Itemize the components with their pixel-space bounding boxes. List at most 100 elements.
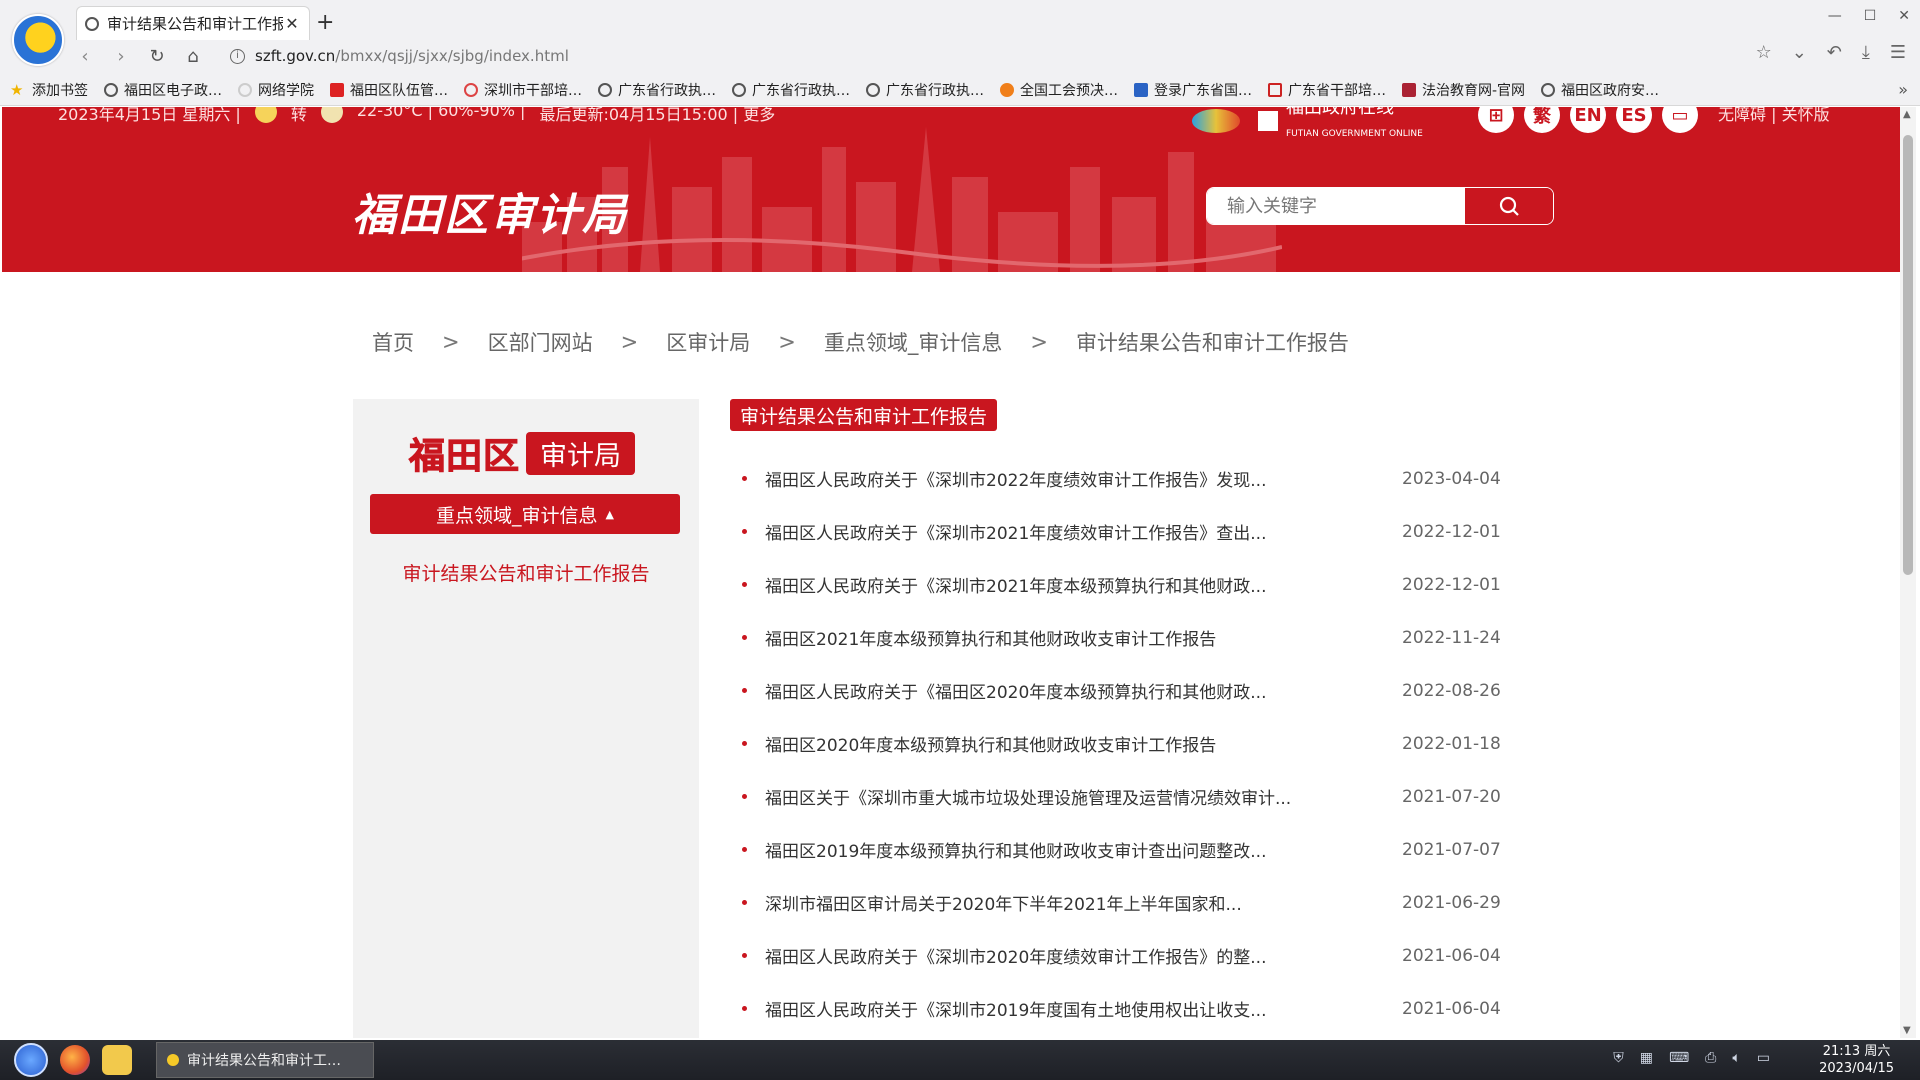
list-item-title[interactable]: 福田区2019年度本级预算执行和其他财政收支审计查出问题整改... (765, 837, 1402, 862)
list-item-date: 2022-08-26 (1402, 680, 1501, 701)
bookmark-item[interactable]: 网络学院 (238, 80, 314, 100)
volume-icon[interactable]: 🔈︎ (1732, 1050, 1740, 1066)
network-icon[interactable]: ▭ (1757, 1050, 1770, 1066)
bookmark-item[interactable]: 广东省干部培… (1268, 80, 1386, 100)
list-item-title[interactable]: 福田区关于《深圳市重大城市垃圾处理设施管理及运营情况绩效审计... (765, 784, 1402, 809)
file-manager-icon[interactable] (102, 1045, 132, 1075)
bookmark-item[interactable]: 福田区电子政… (104, 80, 222, 100)
menu-icon[interactable]: ☰ (1890, 42, 1906, 63)
list-item-title[interactable]: 福田区人民政府关于《深圳市2021年度绩效审计工作报告》查出... (765, 519, 1402, 544)
list-item-title[interactable]: 福田区人民政府关于《深圳市2019年度国有土地使用权出让收支... (765, 996, 1402, 1021)
app-tray-icon[interactable]: ▦ (1640, 1050, 1653, 1066)
list-item[interactable]: 福田区人民政府关于《福田区2020年度本级预算执行和其他财政... 2022-08… (742, 664, 1522, 717)
start-menu-icon[interactable] (14, 1043, 48, 1077)
system-tray: ⛨ ▦ ⌨ ⎙ 🔈︎ ▭ (1613, 1050, 1770, 1066)
list-item[interactable]: 福田区2020年度本级预算执行和其他财政收支审计工作报告 2022-01-18 (742, 717, 1522, 770)
list-item-date: 2021-07-20 (1402, 786, 1501, 807)
breadcrumb-dept-sites[interactable]: 区部门网站 (488, 327, 593, 357)
bullet-icon (742, 688, 747, 693)
maximize-icon[interactable]: ☐ (1864, 8, 1877, 24)
bookmark-item[interactable]: 福田区队伍管… (330, 80, 448, 100)
lang-button-en[interactable]: EN (1570, 107, 1606, 133)
bullet-icon (742, 847, 747, 852)
chevron-down-icon[interactable]: ⌄ (1792, 42, 1807, 63)
list-item[interactable]: 福田区人民政府关于《深圳市2019年度国有土地使用权出让收支... 2021-06… (742, 982, 1522, 1035)
close-icon[interactable]: ✕ (283, 14, 301, 33)
firefox-icon[interactable] (60, 1045, 90, 1075)
scroll-up-icon[interactable]: ▲ (1903, 109, 1911, 120)
sidebar-item-audit-reports[interactable]: 审计结果公告和审计工作报告 (353, 559, 699, 586)
browser-tools: ☆ ⌄ ↶ ⤓ ☰ (1756, 42, 1906, 63)
breadcrumb-key-areas[interactable]: 重点领域_审计信息 (824, 327, 1003, 357)
close-window-icon[interactable]: ✕ (1898, 8, 1910, 24)
bookmark-item[interactable]: 广东省行政执… (598, 80, 716, 100)
bookmark-item[interactable]: 登录广东省国… (1134, 80, 1252, 100)
list-item-title[interactable]: 福田区人民政府关于《深圳市2020年度绩效审计工作报告》的整... (765, 943, 1402, 968)
list-item[interactable]: 福田区人民政府关于《深圳市2021年度绩效审计工作报告》查出... 2022-12… (742, 505, 1522, 558)
lang-button-other[interactable]: ▭ (1662, 107, 1698, 133)
bullet-icon (742, 1006, 747, 1011)
keyboard-icon[interactable]: ⌨ (1669, 1050, 1689, 1066)
address-bar[interactable]: i szft.gov.cn/bmxx/qsjj/sjxx/sjbg/index.… (230, 42, 1690, 70)
info-icon[interactable]: i (230, 48, 245, 64)
shield-icon[interactable]: ⛨ (1613, 1050, 1624, 1066)
back-icon[interactable]: ‹ (70, 46, 100, 67)
site-title: 福田区审计局 (352, 190, 628, 241)
list-item-title[interactable]: 福田区人民政府关于《深圳市2022年度绩效审计工作报告》发现... (765, 466, 1402, 491)
bookmark-item[interactable]: 深圳市干部培… (464, 80, 582, 100)
search-button[interactable] (1465, 188, 1553, 224)
accessibility-links[interactable]: 无障碍 | 关怀版 (1718, 107, 1830, 125)
bookmarks-more-button[interactable]: » (1898, 80, 1908, 99)
circle-icon (1000, 83, 1014, 97)
list-item-title[interactable]: 福田区人民政府关于《深圳市2021年度本级预算执行和其他财政... (765, 572, 1402, 597)
star-emblem-icon (1258, 111, 1278, 131)
bookmark-item[interactable]: 广东省行政执… (866, 80, 984, 100)
taskbar-window-browser[interactable]: 审计结果公告和审计工… (156, 1042, 374, 1078)
list-item[interactable]: 福田区人民政府关于《深圳市2020年度绩效审计工作报告》的整... 2021-06… (742, 929, 1522, 982)
breadcrumb-current[interactable]: 审计结果公告和审计工作报告 (1076, 327, 1349, 357)
caret-up-icon: ▲ (605, 507, 614, 521)
lang-button-traditional[interactable]: 繁 (1524, 107, 1560, 133)
list-item[interactable]: 深圳市福田区审计局关于2020年下半年2021年上半年国家和... 2021-06… (742, 876, 1522, 929)
lang-button-apps[interactable]: ⊞ (1478, 107, 1514, 133)
bookmark-item[interactable]: 法治教育网-官网 (1402, 80, 1525, 100)
breadcrumb-audit-bureau[interactable]: 区审计局 (666, 327, 750, 357)
list-item-title[interactable]: 福田区2020年度本级预算执行和其他财政收支审计工作报告 (765, 731, 1402, 756)
bookmark-item[interactable]: 福田区政府安… (1541, 80, 1659, 100)
gov-online-logo[interactable]: 福田政府在线 FUTIAN GOVERNMENT ONLINE (1192, 107, 1423, 139)
star-icon[interactable]: ☆ (1756, 42, 1772, 63)
browser-icon (167, 1054, 179, 1066)
last-update[interactable]: 最后更新:04月15日15:00 | 更多 (539, 107, 775, 125)
sidebar-menu-key-areas[interactable]: 重点领域_审计信息 ▲ (370, 494, 680, 534)
minimize-icon[interactable]: — (1828, 8, 1842, 24)
list-item[interactable]: 福田区2021年度本级预算执行和其他财政收支审计工作报告 2022-11-24 (742, 611, 1522, 664)
list-item[interactable]: 福田区关于《深圳市重大城市垃圾处理设施管理及运营情况绩效审计... 2021-07… (742, 770, 1522, 823)
reload-icon[interactable]: ↻ (142, 46, 172, 67)
bookmark-item[interactable]: 全国工会预决… (1000, 80, 1118, 100)
scroll-thumb[interactable] (1903, 135, 1913, 575)
new-tab-button[interactable]: + (316, 10, 334, 36)
download-icon[interactable]: ⤓ (1862, 42, 1870, 63)
scrollbar[interactable]: ▲ ▼ (1900, 107, 1916, 1038)
globe-icon (598, 83, 612, 97)
list-item-title[interactable]: 福田区2021年度本级预算执行和其他财政收支审计工作报告 (765, 625, 1402, 650)
bookmark-item[interactable]: ★ 添加书签 (10, 80, 88, 100)
list-item-title[interactable]: 福田区人民政府关于《福田区2020年度本级预算执行和其他财政... (765, 678, 1402, 703)
scroll-down-icon[interactable]: ▼ (1903, 1025, 1911, 1036)
globe-icon (1541, 83, 1556, 97)
breadcrumb-home[interactable]: 首页 (372, 327, 414, 357)
bookmark-item[interactable]: 广东省行政执… (732, 80, 850, 100)
browser-logo-icon[interactable] (12, 14, 64, 66)
clock[interactable]: 21:13 周六 2023/04/15 (1819, 1043, 1894, 1077)
home-icon[interactable]: ⌂ (178, 46, 208, 67)
undo-icon[interactable]: ↶ (1827, 42, 1842, 63)
tab-active[interactable]: 审计结果公告和审计工作报告 ✕ (76, 6, 310, 40)
lang-button-es[interactable]: ES (1616, 107, 1652, 133)
list-item[interactable]: 福田区人民政府关于《深圳市2022年度绩效审计工作报告》发现... 2023-04… (742, 452, 1522, 505)
list-item-title[interactable]: 深圳市福田区审计局关于2020年下半年2021年上半年国家和... (765, 890, 1402, 915)
list-item[interactable]: 福田区人民政府关于《深圳市2021年度本级预算执行和其他财政... 2022-12… (742, 558, 1522, 611)
search-input[interactable] (1207, 188, 1465, 224)
list-item[interactable]: 福田区2019年度本级预算执行和其他财政收支审计查出问题整改... 2021-07… (742, 823, 1522, 876)
forward-icon[interactable]: › (106, 46, 136, 67)
printer-icon[interactable]: ⎙ (1705, 1050, 1716, 1066)
